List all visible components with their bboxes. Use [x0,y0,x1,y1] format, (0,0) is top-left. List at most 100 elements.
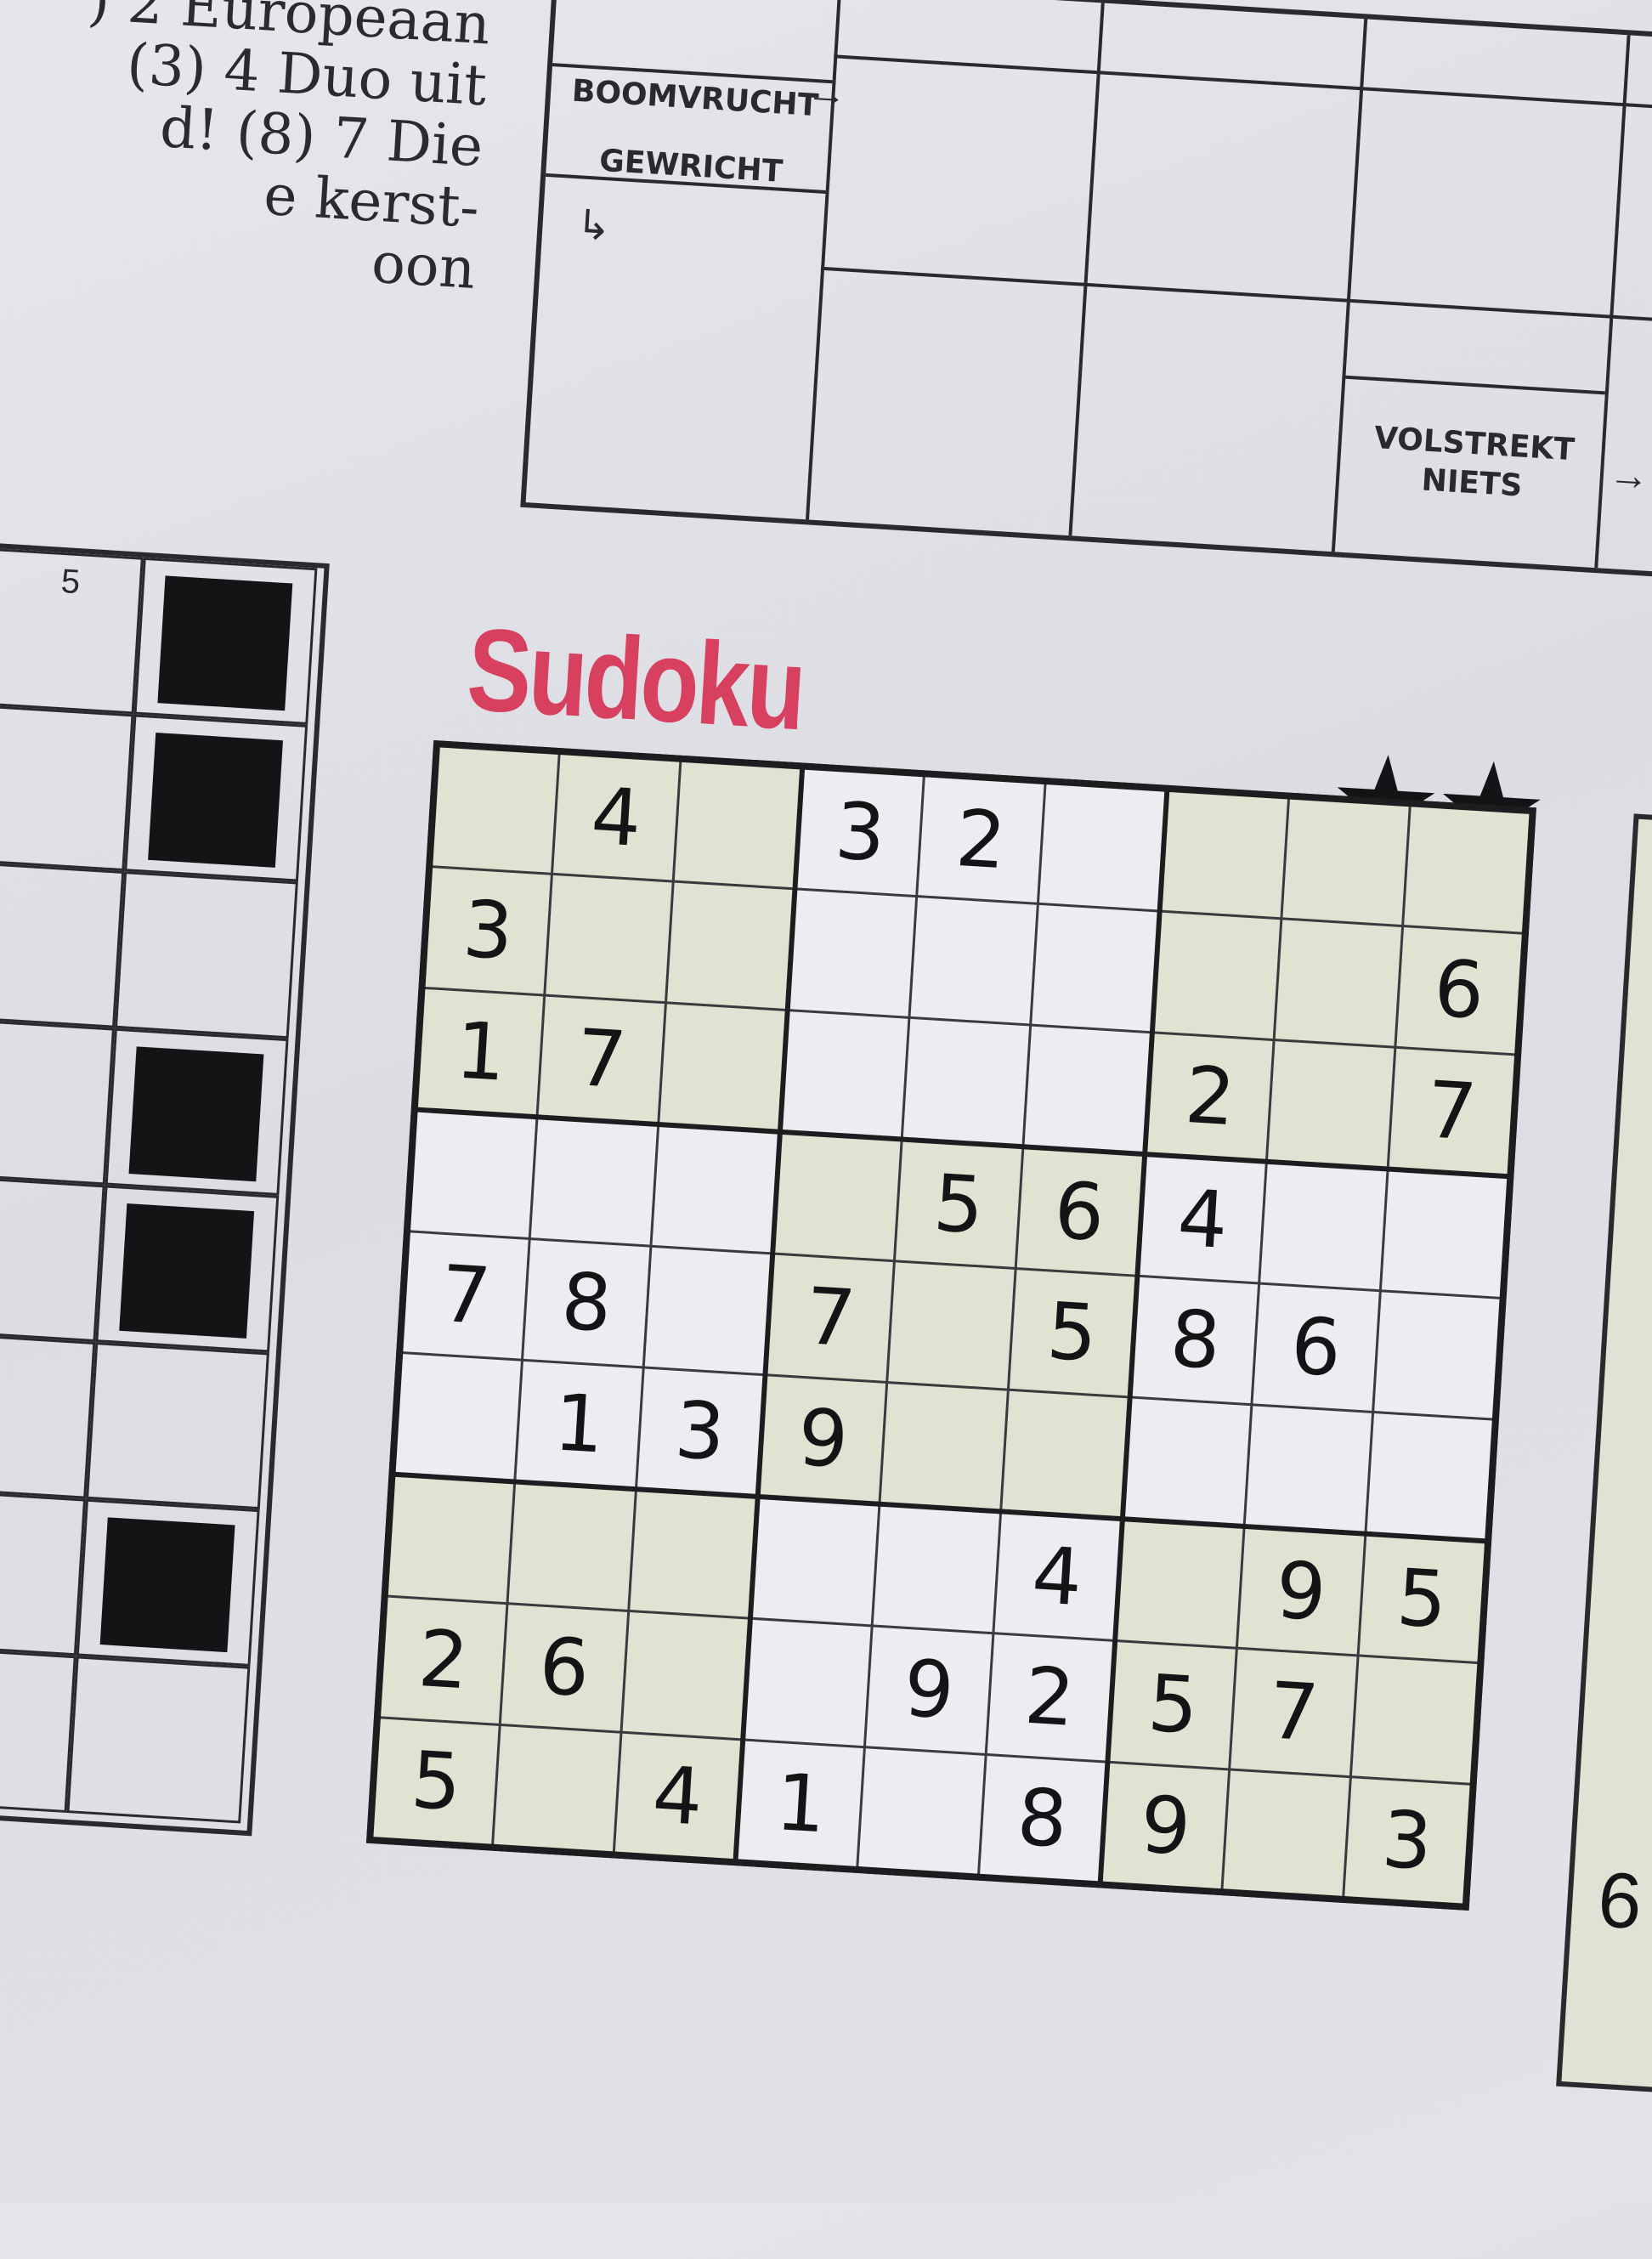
sudoku-cell[interactable] [775,1134,901,1260]
cell-number: 6 [1595,1856,1644,1946]
sudoku-cell[interactable]: 2 [987,1634,1113,1761]
sudoku-cell[interactable] [1268,1040,1394,1167]
sudoku-cell[interactable] [1031,905,1157,1031]
sudoku-cell[interactable] [1373,1292,1500,1418]
sudoku-cell[interactable] [858,1747,985,1874]
sudoku-cell[interactable]: 9 [866,1627,992,1753]
black-cell [119,1203,255,1339]
sudoku-cell[interactable] [910,897,1037,1024]
sudoku-cell[interactable] [903,1018,1029,1145]
sudoku-cell[interactable] [1246,1406,1372,1531]
sudoku-grid: 431732627781356759486265449218955793 [365,740,1536,1911]
sudoku-cell[interactable]: 7 [403,1232,529,1359]
sudoku-cell[interactable] [666,882,793,1009]
sudoku-cell[interactable] [1366,1413,1492,1539]
sudoku-box: 627 [1147,791,1530,1175]
sudoku-cell[interactable]: 1 [417,988,544,1115]
black-cell [99,1517,235,1653]
sudoku-cell[interactable]: 6 [501,1605,627,1731]
grid-cell [0,703,134,872]
sudoku-cell[interactable] [753,1499,879,1625]
grid-cell [0,1174,105,1343]
sudoku-cell[interactable]: 6 [1016,1149,1142,1275]
sudoku-box: 4317 [417,747,801,1130]
sudoku-cell[interactable] [1351,1656,1478,1783]
sudoku-cell[interactable] [745,1620,871,1746]
sudoku-cell[interactable] [674,761,801,888]
left-crossword-grid: 5 [0,541,330,1837]
sudoku-cell[interactable]: 4 [553,755,679,880]
sudoku-cell[interactable]: 7 [1389,1048,1515,1175]
sudoku-cell[interactable]: 9 [760,1376,886,1502]
sudoku-cell[interactable]: 2 [918,777,1044,903]
sudoku-cell[interactable] [1282,799,1409,926]
sudoku-cell[interactable]: 9 [1102,1763,1229,1889]
sudoku-cell[interactable]: 1 [738,1741,864,1866]
sudoku-cell[interactable]: 6 [1253,1284,1379,1411]
sudoku-box: 7813 [395,1112,778,1494]
sudoku-cell[interactable]: 4 [1140,1157,1266,1282]
sudoku-cell[interactable]: 5 [373,1718,500,1844]
sudoku-cell[interactable] [1155,913,1281,1039]
grid-line [1068,3,1105,536]
sudoku-cell[interactable] [659,1003,785,1130]
sudoku-cell[interactable]: 3 [425,868,552,994]
sudoku-cell[interactable] [622,1612,748,1738]
grid-cell [86,1342,269,1510]
sudoku-cell[interactable] [1381,1171,1508,1298]
sudoku-cell[interactable] [652,1127,778,1253]
sudoku-cell[interactable] [783,1011,908,1137]
sudoku-cell[interactable] [1125,1398,1251,1524]
sudoku-cell[interactable] [1162,791,1288,918]
sudoku-cell[interactable]: 2 [381,1597,506,1724]
sudoku-cell[interactable] [888,1262,1015,1389]
sudoku-cell[interactable] [1223,1770,1349,1896]
sudoku-cell[interactable]: 5 [1359,1536,1485,1662]
sudoku-cell[interactable] [531,1119,657,1245]
sudoku-cell[interactable]: 5 [1110,1642,1236,1769]
sudoku-cell[interactable]: 6 [1396,927,1522,1054]
sudoku-cell[interactable]: 3 [636,1368,763,1494]
sudoku-cell[interactable] [1002,1390,1128,1517]
crossword-clues: ) 2 Europeaan (3) 4 Duo uit d! (8) 7 Die… [15,0,492,300]
sudoku-cell[interactable] [546,875,672,1001]
black-cell [148,733,283,868]
sudoku-cell[interactable]: 4 [614,1733,741,1859]
newspaper-page: ) 2 Europeaan (3) 4 Duo uit d! (8) 7 Die… [0,0,1652,2251]
sudoku-cell[interactable] [388,1476,514,1603]
sudoku-cell[interactable]: 7 [539,996,665,1122]
sudoku-cell[interactable] [433,747,558,874]
sudoku-cell[interactable]: 2 [1147,1033,1273,1159]
sudoku-cell[interactable]: 3 [797,769,924,896]
sudoku-cell[interactable]: 7 [1231,1650,1357,1775]
sudoku-box: 486 [1125,1157,1508,1539]
sudoku-cell[interactable]: 8 [523,1240,650,1367]
grid-cell [0,1488,87,1656]
sudoku-cell[interactable] [1276,920,1401,1046]
sudoku-cell[interactable]: 1 [516,1361,642,1487]
sudoku-cell[interactable] [494,1725,620,1852]
sudoku-cell[interactable]: 9 [1238,1529,1364,1655]
sudoku-cell[interactable] [874,1506,999,1633]
sudoku-cell[interactable] [644,1248,771,1373]
sudoku-cell[interactable]: 7 [767,1255,894,1381]
sudoku-cell[interactable] [629,1492,755,1617]
sudoku-cell[interactable] [789,890,916,1016]
sudoku-cell[interactable] [410,1112,536,1238]
sudoku-cell[interactable] [1117,1521,1243,1647]
sudoku-cell[interactable] [1403,807,1530,932]
sudoku-cell[interactable] [508,1484,635,1611]
sudoku-cell[interactable]: 4 [994,1514,1120,1640]
sudoku-cell[interactable] [880,1383,1007,1509]
sudoku-cell[interactable] [1024,1026,1150,1152]
sudoku-cell[interactable] [1038,784,1165,910]
sudoku-cell[interactable] [1260,1163,1387,1290]
sudoku-cell[interactable]: 8 [979,1755,1106,1882]
sudoku-cell[interactable] [395,1353,522,1480]
sudoku-cell[interactable]: 8 [1132,1277,1259,1403]
grid-cell [0,1331,96,1499]
sudoku-cell[interactable]: 5 [896,1141,1021,1268]
sudoku-cell[interactable]: 3 [1344,1777,1470,1904]
sudoku-cell[interactable]: 5 [1009,1270,1135,1396]
sudoku-box: 955793 [1102,1521,1485,1904]
